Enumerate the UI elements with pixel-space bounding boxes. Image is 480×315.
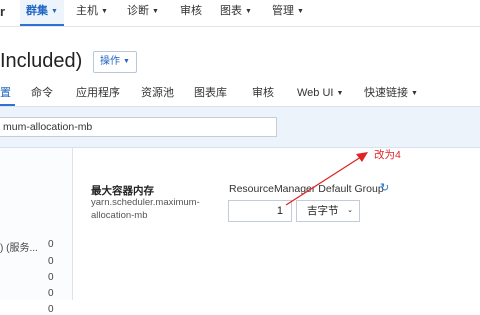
caret-down-icon: ▼	[123, 58, 130, 65]
filter-count: 0	[48, 288, 54, 299]
nav-item-label: 图表	[220, 5, 242, 17]
annotation-arrow-line	[285, 154, 365, 206]
caret-down-icon: ▼	[245, 8, 252, 15]
caret-down-icon: ▼	[336, 90, 344, 97]
caret-down-icon: ▼	[51, 8, 58, 15]
top-nav: r 群集 ▼ 主机 ▼ 诊断 ▼ 审核 图表 ▼ 管理 ▼	[0, 0, 480, 27]
filter-sidebar	[0, 148, 73, 300]
tab-resource-pools[interactable]: 资源池	[141, 80, 174, 106]
service-tabs: 置 命令 应用程序 资源池 图表库 审核 Web UI ▼ 快速链接 ▼	[0, 80, 480, 107]
tab-web-ui[interactable]: Web UI ▼	[297, 80, 343, 106]
tab-label: Web UI	[297, 87, 334, 99]
tab-label: 快速链接	[364, 87, 408, 99]
tab-audits[interactable]: 审核	[252, 80, 274, 106]
filter-count: 0	[48, 304, 54, 315]
config-property-key: yarn.scheduler.maximum-allocation-mb	[91, 197, 200, 221]
filter-count: 0	[48, 272, 54, 283]
page-title: Included)	[0, 50, 83, 72]
caret-down-icon: ▼	[411, 90, 418, 97]
memory-value-input[interactable]	[228, 200, 292, 222]
caret-down-icon: ▼	[297, 8, 304, 15]
tab-quick-links[interactable]: 快速链接 ▼	[364, 80, 418, 106]
nav-item-label: 群集	[26, 5, 48, 17]
search-input[interactable]	[0, 117, 277, 137]
tab-commands[interactable]: 命令	[31, 80, 53, 106]
nav-item-cluster[interactable]: 群集 ▼	[20, 0, 64, 26]
actions-button-label: 操作	[100, 56, 120, 67]
annotation-text: 改为4	[374, 149, 401, 161]
nav-item-label: 主机	[76, 5, 98, 17]
unit-select-value: 吉字节	[307, 205, 339, 217]
nav-item-charts[interactable]: 图表 ▼	[214, 0, 258, 24]
annotation-arrow-head	[356, 152, 368, 162]
nav-item-label: 管理	[272, 5, 294, 17]
tab-applications[interactable]: 应用程序	[76, 80, 120, 106]
chevron-down-icon: ⌄	[347, 207, 353, 214]
nav-item-diagnostics[interactable]: 诊断 ▼	[121, 0, 165, 24]
config-group-name: ResourceManager Default Group	[229, 183, 384, 195]
undo-icon[interactable]: ↻	[380, 181, 389, 194]
unit-select[interactable]: 吉字节 ⌄	[296, 200, 360, 222]
actions-button[interactable]: 操作 ▼	[93, 51, 137, 73]
nav-item-admin[interactable]: 管理 ▼	[266, 0, 310, 24]
filter-count: 0	[48, 239, 54, 250]
tab-chart-library[interactable]: 图表库	[194, 80, 227, 106]
filter-count: 0	[48, 256, 54, 267]
filter-scope-label[interactable]: ) (服务...	[0, 239, 38, 254]
brand-logo[interactable]: r	[0, 4, 5, 19]
nav-item-label: 诊断	[127, 5, 149, 17]
tab-configuration[interactable]: 置	[0, 80, 15, 106]
nav-item-audits[interactable]: 审核	[174, 0, 208, 24]
nav-item-label: 审核	[180, 5, 202, 17]
nav-item-hosts[interactable]: 主机 ▼	[70, 0, 114, 24]
caret-down-icon: ▼	[152, 8, 159, 15]
caret-down-icon: ▼	[101, 8, 108, 15]
